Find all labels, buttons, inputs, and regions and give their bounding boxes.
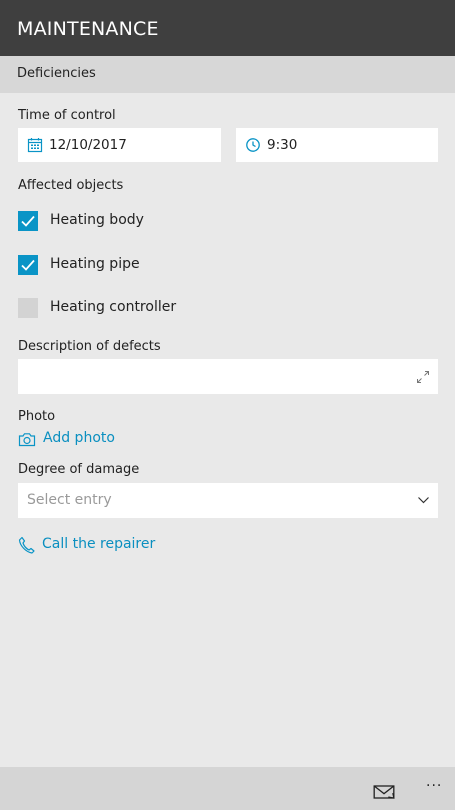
chevron-down-icon: [418, 497, 429, 504]
description-label: Description of defects: [18, 339, 161, 354]
date-value: 12/10/2017: [49, 137, 127, 153]
clock-icon: [246, 138, 260, 152]
section-header: Deficiencies: [0, 56, 455, 93]
time-picker[interactable]: 9:30: [236, 128, 438, 162]
checkbox-box[interactable]: [18, 255, 38, 275]
checkbox-box[interactable]: [18, 298, 38, 318]
checkbox-label: Heating body: [50, 212, 144, 228]
section-title: Deficiencies: [17, 66, 96, 81]
affected-objects-label: Affected objects: [18, 178, 124, 193]
more-icon[interactable]: ···: [426, 778, 442, 794]
page-title: MAINTENANCE: [17, 18, 159, 40]
photo-label: Photo: [18, 409, 56, 424]
check-icon: [21, 215, 35, 227]
add-photo-label[interactable]: Add photo: [43, 430, 115, 446]
expand-icon[interactable]: [416, 370, 430, 384]
time-value: 9:30: [267, 137, 298, 153]
title-bar: MAINTENANCE: [0, 0, 455, 56]
calendar-icon: [27, 138, 43, 153]
description-input[interactable]: [18, 359, 438, 394]
check-icon: [21, 259, 35, 271]
camera-icon: [18, 433, 36, 447]
degree-of-damage-select[interactable]: Select entry: [18, 483, 438, 518]
call-repairer-link[interactable]: Call the repairer: [18, 535, 168, 557]
select-placeholder: Select entry: [27, 492, 112, 508]
checkbox-label: Heating pipe: [50, 256, 140, 272]
phone-icon: [18, 536, 35, 554]
call-repairer-label[interactable]: Call the repairer: [42, 536, 155, 552]
time-of-control-label: Time of control: [18, 108, 116, 123]
bottom-app-bar: ···: [0, 767, 455, 810]
checkbox-box[interactable]: [18, 211, 38, 231]
add-photo-link[interactable]: Add photo: [18, 429, 128, 451]
date-picker[interactable]: 12/10/2017: [18, 128, 221, 162]
mail-icon[interactable]: [372, 782, 396, 802]
degree-of-damage-label: Degree of damage: [18, 462, 140, 477]
checkbox-label: Heating controller: [50, 299, 177, 315]
